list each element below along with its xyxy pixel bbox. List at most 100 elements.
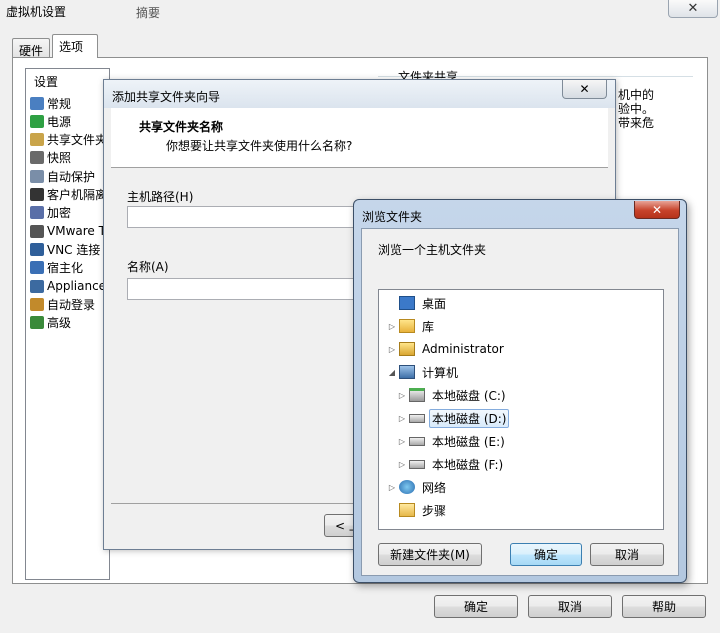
settings-item-label: 常规 xyxy=(47,96,72,111)
settings-item-label: Appliance xyxy=(47,279,107,293)
computer-icon xyxy=(399,365,415,379)
host-path-label: 主机路径(H) xyxy=(127,190,194,204)
wizard-close-button[interactable]: ✕ xyxy=(562,80,607,99)
wizard-subheading: 你想要让共享文件夹使用什么名称? xyxy=(166,139,353,153)
monitor-icon xyxy=(30,96,44,110)
name-label: 名称(A) xyxy=(127,260,169,274)
wizard-header: 共享文件夹名称 你想要让共享文件夹使用什么名称? xyxy=(111,108,608,168)
ok-button[interactable]: 确定 xyxy=(434,595,518,618)
expand-arrow-icon[interactable]: ▷ xyxy=(397,391,407,400)
expand-arrow-icon[interactable]: ▷ xyxy=(397,414,407,423)
settings-item-label: 电源 xyxy=(47,114,72,129)
tree-node[interactable]: 桌面 xyxy=(387,292,449,314)
encryption-icon xyxy=(30,206,44,220)
settings-item-label: 自动保护 xyxy=(47,169,96,184)
settings-item[interactable]: VNC 连接 xyxy=(30,240,100,258)
settings-item[interactable]: 快照 xyxy=(30,149,71,167)
window-close-button[interactable]: ✕ xyxy=(668,0,718,18)
browse-close-button[interactable]: ✕ xyxy=(634,201,680,219)
tree-node[interactable]: ▷ 本地磁盘 (F:) xyxy=(397,453,506,475)
tree-node[interactable]: ◢ 计算机 xyxy=(387,361,461,383)
new-folder-button[interactable]: 新建文件夹(M) xyxy=(378,543,482,566)
library-icon xyxy=(399,319,415,333)
settings-item-label: 自动登录 xyxy=(47,297,96,312)
tree-node[interactable]: ▷ 库 xyxy=(387,315,437,337)
tree-node-label: 本地磁盘 (F:) xyxy=(432,457,504,472)
expand-arrow-icon[interactable]: ◢ xyxy=(387,368,397,377)
tab-options[interactable]: 选项 xyxy=(52,34,98,58)
browse-cancel-button[interactable]: 取消 xyxy=(590,543,664,566)
settings-item[interactable]: Appliance xyxy=(30,277,106,295)
lock-icon xyxy=(30,188,44,201)
tree-node[interactable]: ▷ 本地磁盘 (D:) xyxy=(397,407,510,429)
expand-arrow-icon[interactable]: ▷ xyxy=(397,437,407,446)
drive-icon xyxy=(409,459,425,469)
browse-description: 浏览一个主机文件夹 xyxy=(378,243,487,257)
desktop-icon xyxy=(399,296,415,310)
tree-node-label: 本地磁盘 (C:) xyxy=(432,388,506,403)
vm-icon xyxy=(30,224,44,238)
description-line: 验中。 xyxy=(618,102,655,116)
browse-ok-button[interactable]: 确定 xyxy=(510,543,582,566)
settings-item[interactable]: VMware T xyxy=(30,222,106,240)
drive-icon xyxy=(409,436,425,446)
browse-dialog-body: 浏览一个主机文件夹 桌面 ▷ 库 ▷ Administrator ◢ 计算机 ▷ 本地磁盘 (C… xyxy=(361,228,679,576)
settings-item-label: 客户机隔离 xyxy=(47,188,108,202)
advanced-icon xyxy=(30,316,44,330)
settings-item[interactable]: 高级 xyxy=(30,314,71,332)
summary-column-header: 摘要 xyxy=(136,6,161,20)
tree-node[interactable]: ▷ Administrator xyxy=(387,338,507,360)
vnc-icon xyxy=(30,242,44,256)
browse-folder-dialog: 浏览文件夹 ✕ 浏览一个主机文件夹 桌面 ▷ 库 ▷ Administrator ◢ 计算机… xyxy=(353,199,687,583)
settings-item-label: VMware T xyxy=(47,224,106,239)
help-button[interactable]: 帮助 xyxy=(622,595,706,618)
tree-node[interactable]: ▷ 网络 xyxy=(387,476,449,498)
network-icon xyxy=(399,480,415,494)
tree-node-label: 本地磁盘 (E:) xyxy=(432,434,505,449)
settings-item[interactable]: 共享文件夹 xyxy=(30,131,107,149)
expand-arrow-icon[interactable]: ▷ xyxy=(387,345,397,354)
unity-icon xyxy=(30,261,44,275)
clock-icon xyxy=(30,169,44,183)
play-icon xyxy=(30,114,44,128)
description-line: 带来危 xyxy=(618,116,655,130)
tree-node-label: 本地磁盘 (D:) xyxy=(429,408,510,428)
settings-item[interactable]: 常规 xyxy=(30,94,71,112)
settings-item-label: 加密 xyxy=(47,206,72,221)
tree-node-label: 网络 xyxy=(422,480,447,495)
settings-item[interactable]: 电源 xyxy=(30,112,71,130)
settings-item[interactable]: 宿主化 xyxy=(30,259,83,277)
settings-item[interactable]: 自动保护 xyxy=(30,167,95,185)
tree-node-label: 计算机 xyxy=(422,365,459,380)
tree-node[interactable]: ▷ 本地磁盘 (C:) xyxy=(397,384,509,406)
settings-item-label: 快照 xyxy=(47,151,72,166)
expand-arrow-icon[interactable]: ▷ xyxy=(387,483,397,492)
appliance-icon xyxy=(30,279,44,293)
settings-item-label: 高级 xyxy=(47,316,72,331)
shared-folders-description: 机中的 验中。 带来危 xyxy=(618,88,654,130)
settings-item[interactable]: 客户机隔离 xyxy=(30,186,107,204)
settings-item[interactable]: 加密 xyxy=(30,204,71,222)
tree-node[interactable]: 步骤 xyxy=(387,499,449,521)
snapshot-icon xyxy=(30,151,44,165)
description-line: 机中的 xyxy=(618,88,655,102)
settings-item-label: 宿主化 xyxy=(47,261,84,276)
settings-item-label: 共享文件夹 xyxy=(47,133,108,148)
user-folder-icon xyxy=(399,342,415,356)
tree-node[interactable]: ▷ 本地磁盘 (E:) xyxy=(397,430,508,452)
folder-tree[interactable]: 桌面 ▷ 库 ▷ Administrator ◢ 计算机 ▷ 本地磁盘 (C:) ▷ 本地磁盘 (D… xyxy=(378,289,664,530)
wizard-heading: 共享文件夹名称 xyxy=(139,120,224,134)
settings-item[interactable]: 自动登录 xyxy=(30,295,95,313)
tree-node-label: Administrator xyxy=(422,342,504,356)
folder-icon xyxy=(399,503,415,517)
users-icon xyxy=(30,297,44,311)
settings-item-label: VNC 连接 xyxy=(47,242,101,257)
expand-arrow-icon[interactable]: ▷ xyxy=(397,460,407,469)
tree-node-label: 步骤 xyxy=(422,503,447,518)
cancel-button[interactable]: 取消 xyxy=(528,595,612,618)
expand-arrow-icon[interactable]: ▷ xyxy=(387,322,397,331)
tree-node-label: 桌面 xyxy=(422,296,447,311)
system-drive-icon xyxy=(409,388,425,402)
browse-dialog-title: 浏览文件夹 xyxy=(362,210,423,224)
wizard-title: 添加共享文件夹向导 xyxy=(112,90,221,104)
